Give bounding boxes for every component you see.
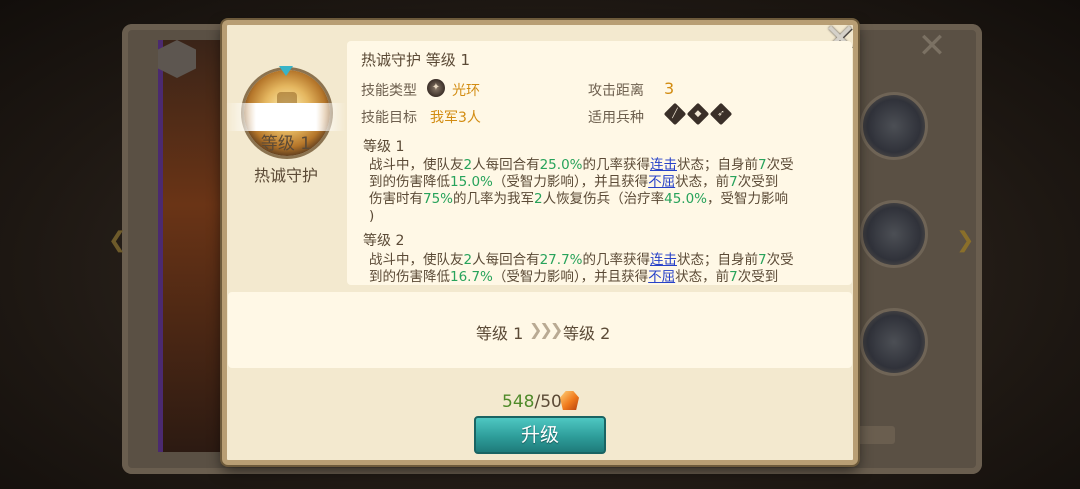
skill-info-panel[interactable]: 热诚守护 等级 1 技能类型 ✦ 光环 攻击距离 3 技能目标 我军3人 适用兵… <box>347 41 852 285</box>
halo-icon: ✦ <box>427 79 445 97</box>
troop-type-label: 适用兵种 <box>588 110 644 126</box>
skill-title: 热诚守护 等级 1 <box>361 51 471 69</box>
bow-troop-icon: ➶ <box>709 102 733 126</box>
skill-type-label: 技能类型 <box>361 83 417 99</box>
page-right-arrow-icon: ❯ <box>956 228 975 253</box>
shield-troop-icon: ◆ <box>686 102 710 126</box>
background-hero-card <box>158 40 231 452</box>
level-ribbon <box>226 103 346 131</box>
cost-required: 50 <box>540 392 562 412</box>
level-2-heading: 等级 2 <box>363 233 405 249</box>
upgrade-to-level: 等级 2 <box>563 324 611 343</box>
range-value: 3 <box>664 79 675 98</box>
upgrade-from-level: 等级 1 <box>476 324 524 343</box>
level-1-heading: 等级 1 <box>363 139 405 155</box>
skill-target-label: 技能目标 <box>361 110 417 126</box>
skill-type-value: 光环 <box>452 83 480 99</box>
cost-owned: 548 <box>502 392 535 412</box>
upgrade-button[interactable]: 升级 <box>474 416 606 454</box>
background-skill-icon <box>860 92 928 160</box>
level-2-description: 战斗中，使队友2人每回合有27.7%的几率获得连击状态；自身前7次受 到的伤害降… <box>369 252 794 285</box>
triple-chevron-icon: ❯❯❯ <box>529 320 563 339</box>
background-close-icon: ✕ <box>917 26 947 66</box>
unyielding-keyword-link[interactable]: 不屈 <box>648 269 675 285</box>
page-left-arrow-icon: ❮ <box>108 228 127 253</box>
upgrade-cost: 548/50 <box>502 392 562 412</box>
skill-target-value: 我军3人 <box>430 110 481 126</box>
background-tag <box>855 426 895 444</box>
spear-troop-icon: ╱ <box>663 102 687 126</box>
background-skill-icon <box>860 200 928 268</box>
background-skill-icon <box>860 308 928 376</box>
combo-keyword-link[interactable]: 连击 <box>650 157 677 173</box>
unyielding-keyword-link[interactable]: 不屈 <box>648 174 675 190</box>
skill-level-label: 等级 1 <box>260 134 312 154</box>
skill-name: 热诚守护 <box>253 166 318 185</box>
level-1-description: 战斗中，使队友2人每回合有25.0%的几率获得连击状态；自身前7次受 到的伤害降… <box>369 157 794 224</box>
medal-gem-icon <box>279 66 293 76</box>
range-label: 攻击距离 <box>588 83 644 99</box>
combo-keyword-link[interactable]: 连击 <box>650 252 677 268</box>
